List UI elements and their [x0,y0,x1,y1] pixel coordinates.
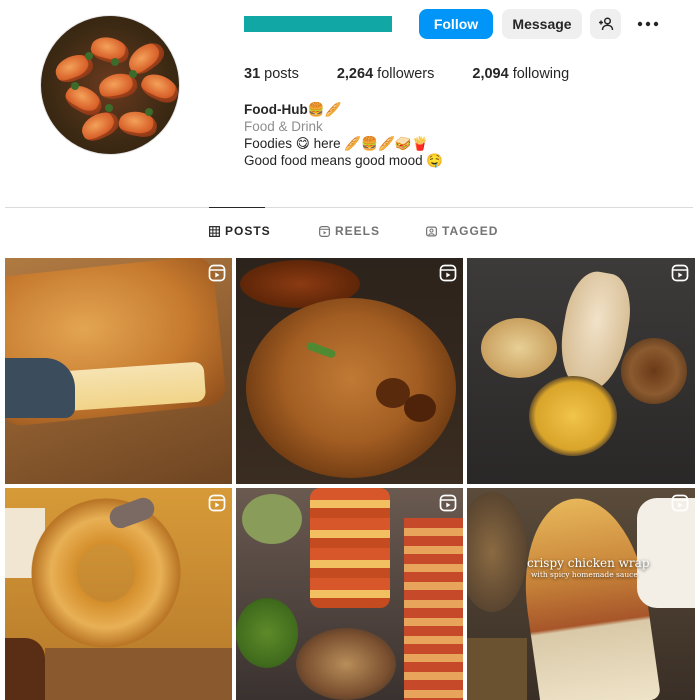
post-caption: crispy chicken wrap [527,556,650,570]
reel-icon [671,494,689,512]
bio-line-1: Foodies 😋 here 🥖🍔🥖🥪🍟 [244,136,429,151]
message-button[interactable]: Message [502,9,582,39]
followers-count: 2,264 [336,66,374,82]
post-tile-1[interactable] [5,258,232,484]
post-tile-5[interactable] [236,488,463,700]
profile-tabs: POSTS REELS TAGGED [0,224,700,244]
tab-posts-label: POSTS [225,224,271,238]
section-divider [5,207,693,208]
following-count: 2,094 [472,66,509,82]
reel-icon [439,264,457,282]
tab-tagged-label: TAGGED [442,224,499,238]
tab-reels[interactable]: REELS [319,224,380,238]
post-tile-2[interactable] [236,258,463,484]
active-tab-indicator [209,207,265,208]
add-user-icon [598,17,613,31]
reel-icon [439,494,457,512]
tab-tagged[interactable]: TAGGED [426,224,498,238]
reel-icon [208,494,226,512]
post-tile-3[interactable] [467,258,695,484]
following-label: following [512,66,570,82]
bio-line-2: Good food means good mood 🤤 [244,153,444,168]
post-tile-4[interactable] [5,488,232,700]
tab-posts[interactable]: POSTS [209,224,271,238]
grid-icon [209,225,220,237]
profile-bio: Food-Hub🍔🥖 Food & Drink Foodies 😋 here 🥖… [244,101,443,169]
follow-button[interactable]: Follow [419,9,493,39]
suggested-users-button[interactable] [590,9,621,39]
post-subcaption: with spicy homemade sauce [531,570,638,579]
tab-reels-label: REELS [335,224,381,238]
posts-count: 31 [244,66,261,82]
tagged-icon [426,226,437,236]
more-options-button[interactable] [633,9,663,39]
followers-stat[interactable]: 2,264 followers [337,66,435,82]
reel-icon [208,264,226,282]
username-redacted [244,16,392,32]
following-stat[interactable]: 2,094 following [472,66,569,82]
profile-stats: 31 posts 2,264 followers 2,094 following [244,66,607,82]
reels-icon [319,225,330,237]
posts-label: posts [264,66,299,82]
more-options-icon [637,21,659,27]
bio-category: Food & Drink [244,119,323,134]
profile-avatar[interactable] [40,15,180,155]
posts-stat: 31 posts [244,66,299,82]
post-tile-6[interactable]: crispy chicken wrap with spicy homemade … [467,488,695,700]
posts-grid: crispy chicken wrap with spicy homemade … [5,258,695,700]
reel-icon [671,264,689,282]
bio-name: Food-Hub🍔🥖 [244,102,342,117]
followers-label: followers [377,66,435,82]
